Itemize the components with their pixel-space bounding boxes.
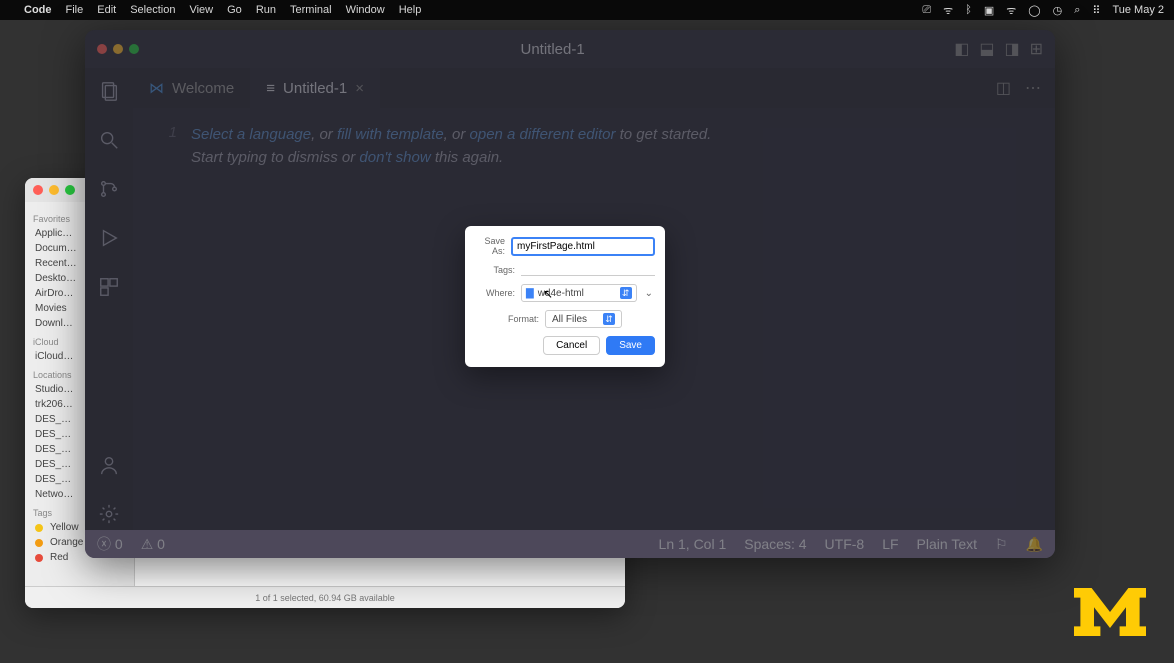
expand-icon[interactable]: ⌄ — [643, 288, 655, 299]
bluetooth-icon[interactable]: ᛒ — [965, 4, 972, 16]
filename-input[interactable] — [511, 237, 655, 256]
macos-menubar: Code File Edit Selection View Go Run Ter… — [0, 0, 1174, 20]
menu-file[interactable]: File — [66, 4, 84, 16]
where-label: Where: — [475, 288, 515, 298]
minimize-icon[interactable] — [49, 185, 59, 195]
wifi-icon[interactable]: ᯤ — [1006, 3, 1016, 18]
finder-footer: 1 of 1 selected, 60.94 GB available — [25, 586, 625, 608]
clock-icon[interactable]: ◷ — [1053, 4, 1063, 17]
save-button[interactable]: Save — [606, 336, 655, 355]
user-icon[interactable]: ◯ — [1028, 4, 1040, 17]
format-label: Format: — [508, 314, 539, 324]
screen-mirror-icon[interactable]: ⎚ — [922, 4, 931, 17]
menu-view[interactable]: View — [189, 4, 213, 16]
menu-selection[interactable]: Selection — [130, 4, 175, 16]
menu-run[interactable]: Run — [256, 4, 276, 16]
search-icon[interactable]: ⌕ — [1074, 4, 1080, 17]
format-select[interactable]: All Files ⇵ — [545, 310, 622, 328]
chevron-updown-icon: ⇵ — [603, 313, 615, 325]
menubar-clock[interactable]: Tue May 2 — [1112, 4, 1164, 16]
where-select[interactable]: ▇ wd4e-html ⇵ — [521, 284, 637, 302]
zoom-icon[interactable] — [65, 185, 75, 195]
folder-icon: ▇ — [526, 288, 534, 299]
saveas-label: Save As: — [475, 236, 505, 256]
michigan-logo — [1068, 580, 1152, 641]
menu-go[interactable]: Go — [227, 4, 242, 16]
menubar-app[interactable]: Code — [24, 4, 52, 16]
menubar-right: ⎚ ᯤ ᛒ ▣ ᯤ ◯ ◷ ⌕ ⠿ Tue May 2 — [922, 3, 1164, 18]
tags-input[interactable] — [521, 264, 655, 276]
chevron-updown-icon: ⇵ — [620, 287, 632, 299]
control-center-icon[interactable]: ⠿ — [1092, 4, 1100, 17]
display-icon[interactable]: ▣ — [984, 4, 994, 17]
menu-edit[interactable]: Edit — [97, 4, 116, 16]
save-dialog: Save As: Tags: Where: ▇ wd4e-html ⇵ ⌄ Fo… — [465, 226, 665, 367]
menu-terminal[interactable]: Terminal — [290, 4, 332, 16]
tags-label: Tags: — [475, 265, 515, 275]
menu-help[interactable]: Help — [399, 4, 422, 16]
close-icon[interactable] — [33, 185, 43, 195]
cancel-button[interactable]: Cancel — [543, 336, 600, 355]
menu-window[interactable]: Window — [346, 4, 385, 16]
airdrop-icon[interactable]: ᯤ — [943, 3, 953, 18]
